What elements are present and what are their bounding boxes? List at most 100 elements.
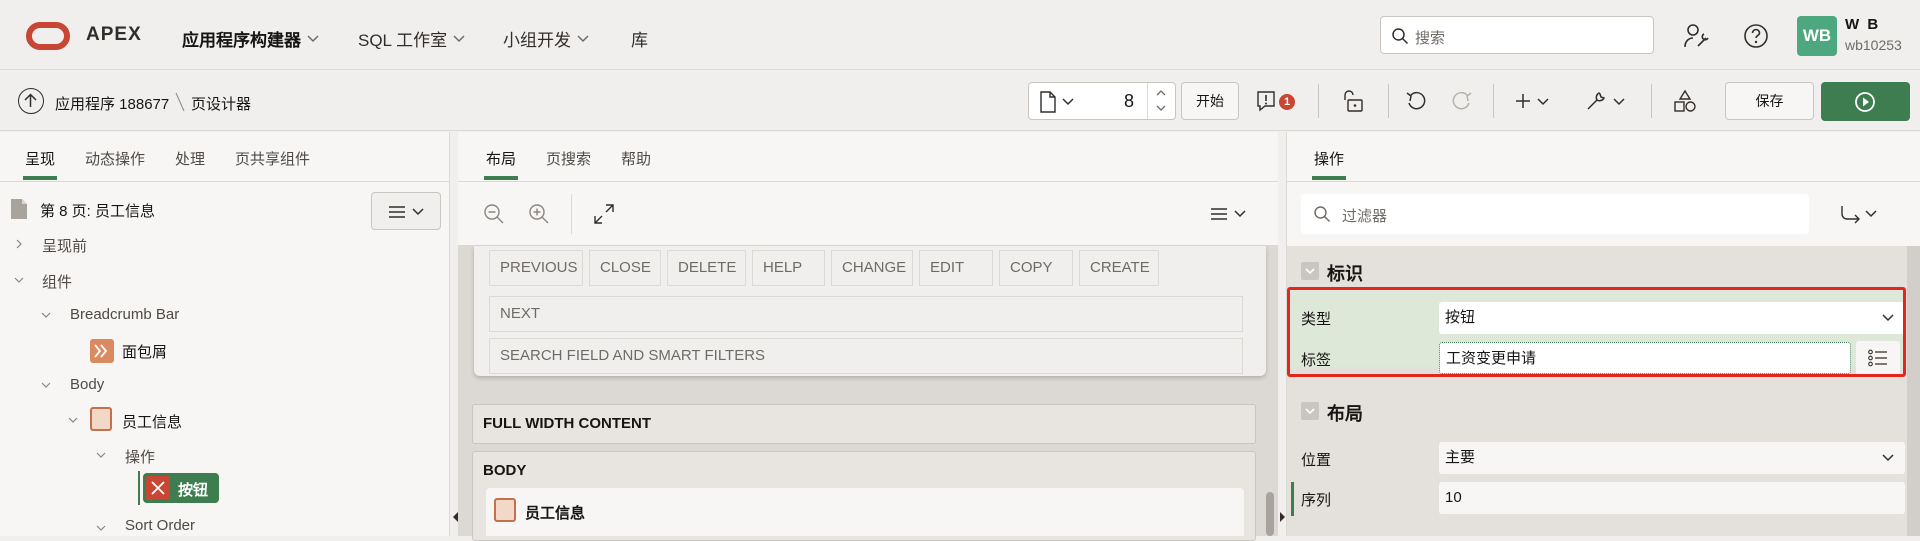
tree-node-region[interactable]: 员工信息 bbox=[122, 411, 182, 432]
position-next[interactable]: NEXT bbox=[489, 296, 1243, 332]
chevron-right-icon[interactable] bbox=[14, 239, 24, 249]
property-filter-input[interactable]: 过滤器 bbox=[1301, 194, 1809, 234]
chevron-down-icon[interactable] bbox=[41, 310, 51, 320]
nav-sql-workshop[interactable]: SQL 工作室 bbox=[358, 26, 465, 51]
tab-shared-components[interactable]: 页共享组件 bbox=[235, 148, 310, 169]
collapse-identification-icon[interactable] bbox=[1301, 262, 1319, 280]
help-icon[interactable] bbox=[1742, 22, 1770, 50]
nav-gallery[interactable]: 库 bbox=[631, 26, 648, 51]
group-title-identification[interactable]: 标识 bbox=[1327, 260, 1363, 286]
search-placeholder: 搜索 bbox=[1415, 30, 1446, 47]
expand-icon[interactable] bbox=[593, 203, 615, 225]
page-number-value[interactable]: 8 bbox=[1124, 91, 1134, 112]
position-create[interactable]: CREATE bbox=[1079, 250, 1159, 286]
collapse-right-icon[interactable] bbox=[1280, 512, 1285, 522]
toolbar-divider bbox=[571, 194, 572, 234]
tab-help[interactable]: 帮助 bbox=[621, 148, 651, 169]
nav-team-dev[interactable]: 小组开发 bbox=[503, 26, 589, 51]
page-number-selector[interactable]: 8 bbox=[1028, 82, 1176, 120]
tree-node-breadcrumb-bar[interactable]: Breadcrumb Bar bbox=[70, 306, 179, 323]
chevron-down-icon[interactable] bbox=[96, 523, 106, 533]
tab-page-search[interactable]: 页搜索 bbox=[546, 148, 591, 169]
chevron-down-icon[interactable] bbox=[1156, 105, 1166, 112]
collapse-layout-icon[interactable] bbox=[1301, 402, 1319, 420]
layout-menu-button[interactable] bbox=[1210, 202, 1250, 226]
layout-scrollbar[interactable] bbox=[1266, 492, 1274, 536]
chevron-down-icon[interactable] bbox=[41, 380, 51, 390]
issues-icon[interactable] bbox=[1256, 90, 1276, 112]
chevron-down-icon[interactable] bbox=[68, 415, 78, 425]
position-value: 主要 bbox=[1445, 449, 1476, 466]
tree-node-sort-order[interactable]: Sort Order bbox=[125, 517, 195, 534]
tree-node-actions[interactable]: 操作 bbox=[125, 446, 155, 467]
chevron-down-icon bbox=[1613, 98, 1625, 106]
tab-layout[interactable]: 布局 bbox=[483, 148, 519, 180]
tree-node-body[interactable]: Body bbox=[70, 376, 104, 393]
tab-operations[interactable]: 操作 bbox=[1311, 148, 1347, 180]
unlock-icon[interactable] bbox=[1342, 89, 1366, 113]
group-title-layout[interactable]: 布局 bbox=[1327, 400, 1363, 426]
tree-node-breadcrumb[interactable]: 面包屑 bbox=[122, 341, 167, 362]
full-width-content-section[interactable]: FULL WIDTH CONTENT bbox=[472, 404, 1256, 444]
plus-icon bbox=[1516, 94, 1530, 108]
property-editor-panel: 操作 过滤器 标识 类型 按钮 标签 工资变更申请 布局 位置 主要 序列 10 bbox=[1287, 132, 1920, 536]
nav-app-builder[interactable]: 应用程序构建器 bbox=[182, 26, 319, 51]
oracle-logo[interactable] bbox=[26, 22, 70, 50]
admin-tools-icon[interactable] bbox=[1683, 22, 1711, 50]
play-icon bbox=[1855, 92, 1875, 112]
tree-node-pre-render[interactable]: 呈现前 bbox=[42, 235, 87, 256]
utilities-menu-button[interactable] bbox=[1585, 88, 1629, 114]
run-page-button[interactable] bbox=[1821, 82, 1910, 121]
page-number-stepper[interactable] bbox=[1147, 83, 1175, 119]
breadcrumb-app[interactable]: 应用程序 188677 bbox=[55, 93, 169, 114]
avatar[interactable]: WB bbox=[1797, 16, 1837, 56]
page-title[interactable]: 第 8 页: 员工信息 bbox=[40, 200, 155, 221]
tree-menu-button[interactable] bbox=[371, 192, 441, 230]
sequence-input[interactable]: 10 bbox=[1439, 482, 1905, 514]
position-copy[interactable]: COPY bbox=[999, 250, 1073, 286]
tree-node-components[interactable]: 组件 bbox=[42, 271, 72, 292]
position-change[interactable]: CHANGE bbox=[831, 250, 913, 286]
zoom-out-icon[interactable] bbox=[483, 203, 505, 225]
redo-icon[interactable] bbox=[1449, 90, 1473, 112]
zoom-in-icon[interactable] bbox=[528, 203, 550, 225]
position-help[interactable]: HELP bbox=[752, 250, 825, 286]
undo-icon[interactable] bbox=[1405, 90, 1429, 112]
global-search[interactable]: 搜索 bbox=[1380, 16, 1654, 54]
chevron-down-icon[interactable] bbox=[14, 275, 24, 285]
position-delete[interactable]: DELETE bbox=[667, 250, 746, 286]
breadcrumb-separator-icon bbox=[175, 92, 185, 112]
top-header: APEX 应用程序构建器 SQL 工作室 小组开发 库 搜索 WB W B wb… bbox=[0, 0, 1920, 70]
tab-processing[interactable]: 处理 bbox=[175, 148, 205, 169]
chevron-up-icon[interactable] bbox=[1156, 89, 1166, 96]
property-scrollbar[interactable] bbox=[1907, 246, 1920, 536]
breadcrumb-region-icon bbox=[90, 339, 114, 363]
left-tab-bar: 呈现 动态操作 处理 页共享组件 bbox=[0, 132, 456, 182]
tab-rendering[interactable]: 呈现 bbox=[22, 148, 58, 180]
left-splitter[interactable] bbox=[449, 132, 458, 536]
sequence-value: 10 bbox=[1445, 489, 1462, 506]
right-splitter[interactable] bbox=[1278, 132, 1287, 536]
start-button[interactable]: 开始 bbox=[1181, 82, 1239, 120]
region-card[interactable]: 员工信息 bbox=[486, 488, 1244, 536]
tree-node-button-selected[interactable]: 按钮 bbox=[143, 473, 219, 503]
save-button[interactable]: 保存 bbox=[1725, 82, 1814, 120]
up-arrow-icon[interactable] bbox=[18, 88, 44, 114]
chevron-down-icon bbox=[1865, 210, 1877, 218]
layout-panel: 布局 页搜索 帮助 PREVIOUS CLOSE DELETE HELP CHA… bbox=[458, 132, 1286, 541]
position-close[interactable]: CLOSE bbox=[589, 250, 661, 286]
create-menu-button[interactable] bbox=[1515, 88, 1555, 114]
chevron-down-icon bbox=[1062, 98, 1074, 106]
position-previous[interactable]: PREVIOUS bbox=[489, 250, 583, 286]
tree-node-button-label: 按钮 bbox=[178, 482, 209, 499]
tab-dynamic-actions[interactable]: 动态操作 bbox=[85, 148, 145, 169]
apex-brand[interactable]: APEX bbox=[86, 24, 142, 46]
position-edit[interactable]: EDIT bbox=[919, 250, 993, 286]
go-to-group-button[interactable] bbox=[1819, 202, 1889, 226]
user-name[interactable]: W B bbox=[1845, 16, 1880, 33]
chevron-down-icon bbox=[1537, 98, 1549, 106]
position-search-filters[interactable]: SEARCH FIELD AND SMART FILTERS bbox=[489, 338, 1243, 374]
shared-components-icon[interactable] bbox=[1673, 89, 1697, 113]
chevron-down-icon[interactable] bbox=[96, 450, 106, 460]
position-select[interactable]: 主要 bbox=[1439, 442, 1905, 474]
